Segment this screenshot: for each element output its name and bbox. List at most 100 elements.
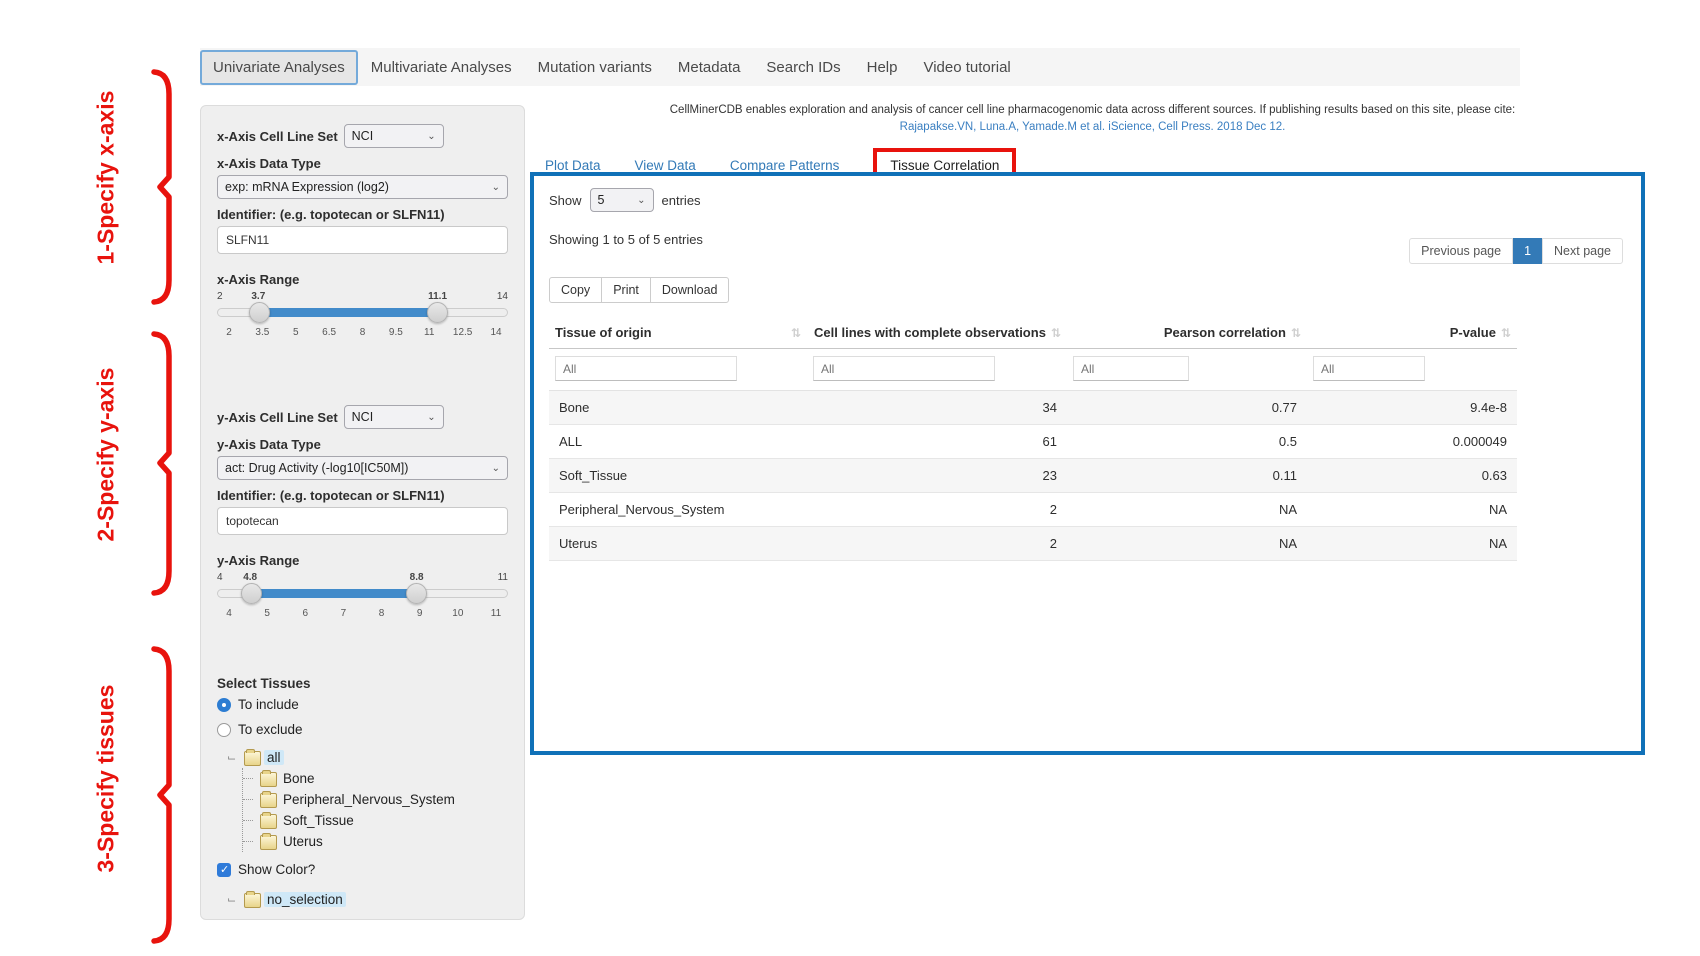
chevron-down-icon: ⌄: [637, 195, 645, 206]
cell-n: 23: [807, 459, 1067, 493]
x-range-ticks: 23.556.589.51112.514: [217, 327, 508, 338]
nav-tab-metadata[interactable]: Metadata: [665, 51, 754, 84]
cell-p-value: NA: [1307, 527, 1517, 561]
chevron-down-icon: ⌄: [427, 131, 435, 142]
folder-icon: [260, 793, 275, 806]
nav-tab-video-tutorial[interactable]: Video tutorial: [910, 51, 1023, 84]
selection-tree: ⌙ no_selection: [227, 889, 508, 910]
y-range-low-handle[interactable]: [241, 583, 262, 604]
download-button[interactable]: Download: [650, 277, 730, 303]
tissue-correlation-panel: Show 5 ⌄ entries Showing 1 to 5 of 5 ent…: [530, 172, 1645, 755]
subtab-compare-patterns[interactable]: Compare Patterns: [730, 158, 840, 173]
y-range-min-label: 4: [217, 572, 223, 583]
citation-block: CellMinerCDB enables exploration and ana…: [540, 102, 1645, 137]
annotation-label: 3-Specify tissues: [93, 713, 120, 873]
x-axis-data-type-label: x-Axis Data Type: [217, 156, 508, 171]
tree-node-peripheral-nervous-system[interactable]: Peripheral_Nervous_System: [243, 789, 508, 810]
previous-page-button[interactable]: Previous page: [1409, 238, 1513, 264]
x-range-high-value: 11.1: [428, 291, 447, 302]
x-axis-identifier-input[interactable]: [217, 226, 508, 254]
tree-node-no-selection[interactable]: ⌙ no_selection: [227, 889, 508, 910]
table-row[interactable]: Soft_Tissue 23 0.11 0.63: [549, 459, 1517, 493]
filter-input-cell-lines[interactable]: [813, 356, 995, 381]
settings-sidebar: x-Axis Cell Line Set NCI ⌄ x-Axis Data T…: [200, 105, 525, 920]
x-range-track[interactable]: [217, 308, 508, 317]
y-axis-identifier-input[interactable]: [217, 507, 508, 535]
cell-p-value: 0.000049: [1307, 425, 1517, 459]
x-range-high-handle[interactable]: [427, 302, 448, 323]
print-button[interactable]: Print: [601, 277, 651, 303]
table-row[interactable]: Peripheral_Nervous_System 2 NA NA: [549, 493, 1517, 527]
nav-tab-mutation-variants[interactable]: Mutation variants: [525, 51, 665, 84]
filter-input-p-value[interactable]: [1313, 356, 1425, 381]
nav-tab-univariate-analyses[interactable]: Univariate Analyses: [200, 50, 358, 85]
tissues-exclude-label: To exclude: [238, 722, 303, 737]
nav-tab-help[interactable]: Help: [854, 51, 911, 84]
tree-node-label: Soft_Tissue: [280, 813, 357, 828]
current-page-button[interactable]: 1: [1513, 238, 1542, 264]
y-range-high-value: 8.8: [410, 572, 424, 583]
cell-p-value: NA: [1307, 493, 1517, 527]
cell-n: 2: [807, 527, 1067, 561]
column-label: Tissue of origin: [555, 325, 652, 340]
nav-tab-search-ids[interactable]: Search IDs: [753, 51, 853, 84]
y-range-high-handle[interactable]: [406, 583, 427, 604]
x-axis-range-label: x-Axis Range: [217, 272, 508, 287]
tissues-include-radio[interactable]: To include: [217, 697, 508, 712]
folder-icon: [244, 751, 259, 764]
table-row[interactable]: Uterus 2 NA NA: [549, 527, 1517, 561]
y-axis-identifier-label: Identifier: (e.g. topotecan or SLFN11): [217, 488, 508, 503]
y-range-low-value: 4.8: [243, 572, 257, 583]
y-range-fill: [251, 589, 416, 598]
top-navbar: Univariate Analyses Multivariate Analyse…: [200, 48, 1520, 86]
tree-node-all[interactable]: ⌙ all: [227, 747, 508, 768]
x-axis-data-type-select[interactable]: exp: mRNA Expression (log2) ⌄: [217, 175, 508, 199]
column-header-pearson-correlation[interactable]: Pearson correlation⇅: [1067, 317, 1307, 349]
column-header-tissue-of-origin[interactable]: Tissue of origin ⇅: [549, 317, 807, 349]
column-header-cell-lines[interactable]: Cell lines with complete observations⇅: [807, 317, 1067, 349]
next-page-button[interactable]: Next page: [1542, 238, 1623, 264]
sort-icon[interactable]: ⇅: [791, 326, 801, 340]
tissues-include-label: To include: [238, 697, 299, 712]
subtab-plot-data[interactable]: Plot Data: [545, 158, 601, 173]
annotation-bracket: [150, 330, 176, 597]
show-label: Show: [549, 193, 582, 208]
pagination: Previous page 1 Next page: [1409, 238, 1623, 264]
y-range-track[interactable]: [217, 589, 508, 598]
tree-node-bone[interactable]: Bone: [243, 768, 508, 789]
copy-button[interactable]: Copy: [549, 277, 602, 303]
x-range-fill: [259, 308, 437, 317]
radio-unselected-icon: [217, 723, 231, 737]
y-axis-range-label: y-Axis Range: [217, 553, 508, 568]
citation-link[interactable]: Rajapakse.VN, Luna.A, Yamade.M et al. iS…: [540, 119, 1645, 136]
x-axis-cell-line-set-select[interactable]: NCI ⌄: [344, 124, 444, 148]
tree-node-label: all: [264, 750, 284, 765]
y-axis-range-slider: 4 4.8 8.8 11 4567891011: [217, 572, 508, 628]
show-color-checkbox[interactable]: Show Color?: [217, 862, 508, 877]
y-axis-cell-line-set-select[interactable]: NCI ⌄: [344, 405, 444, 429]
cell-p-value: 9.4e-8: [1307, 391, 1517, 425]
subtab-view-data[interactable]: View Data: [635, 158, 696, 173]
filter-input-pearson[interactable]: [1073, 356, 1189, 381]
sort-icon[interactable]: ⇅: [1291, 326, 1301, 340]
tissue-tree: ⌙ all Bone Peripheral_Nervous_System Sof…: [227, 747, 508, 852]
x-range-low-handle[interactable]: [249, 302, 270, 323]
table-row[interactable]: Bone 34 0.77 9.4e-8: [549, 391, 1517, 425]
x-axis-cell-line-set-label: x-Axis Cell Line Set: [217, 129, 338, 144]
tree-connector: ⌙: [227, 751, 239, 764]
table-row[interactable]: ALL 61 0.5 0.000049: [549, 425, 1517, 459]
sort-icon[interactable]: ⇅: [1051, 326, 1061, 340]
filter-input-tissue[interactable]: [555, 356, 737, 381]
tissues-exclude-radio[interactable]: To exclude: [217, 722, 508, 737]
tree-node-soft-tissue[interactable]: Soft_Tissue: [243, 810, 508, 831]
cell-tissue: ALL: [549, 425, 807, 459]
cell-tissue: Soft_Tissue: [549, 459, 807, 493]
tree-node-uterus[interactable]: Uterus: [243, 831, 508, 852]
nav-tab-multivariate-analyses[interactable]: Multivariate Analyses: [358, 51, 525, 84]
sort-icon[interactable]: ⇅: [1501, 326, 1511, 340]
y-axis-data-type-select[interactable]: act: Drug Activity (-log10[IC50M]) ⌄: [217, 456, 508, 480]
column-header-p-value[interactable]: P-value⇅: [1307, 317, 1517, 349]
page-size-select[interactable]: 5 ⌄: [590, 188, 654, 212]
checkbox-checked-icon: [217, 863, 231, 877]
cell-tissue: Uterus: [549, 527, 807, 561]
